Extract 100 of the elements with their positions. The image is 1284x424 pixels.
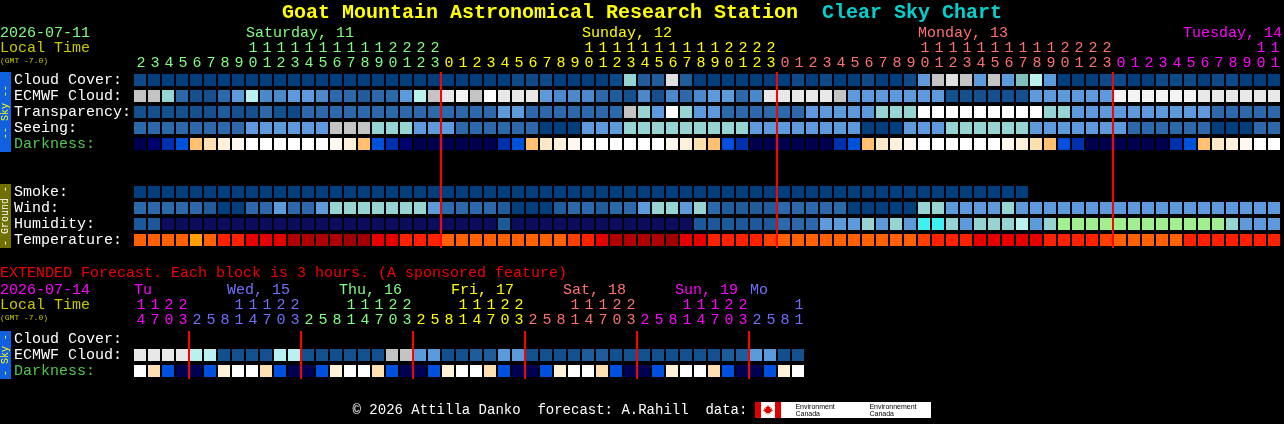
day-label: Sunday, 12 [582,26,672,41]
hour-label: 11 [458,298,468,328]
hour-label: 18 [696,41,706,71]
day-label: Saturday, 11 [246,26,355,41]
hour-label: 23 [1102,41,1112,71]
hour-label: 18 [1032,41,1042,71]
hour-label: 20 [500,298,510,328]
hour-label: 20 [1060,41,1070,71]
hour-label: 10 [920,41,930,71]
hour-label: 6 [864,56,874,71]
row-label: ECMWF Cloud: [14,347,123,364]
hour-label: 1 [794,56,804,71]
hour-label: 2 [1144,56,1154,71]
day-label: Mo [750,283,768,298]
hour-label: 6 [1200,56,1210,71]
hour-label: 4 [1172,56,1182,71]
hour-label: 3 [150,56,160,71]
hour-label: 6 [192,56,202,71]
hour-label: 8 [1228,56,1238,71]
hour-label: 0 [1116,56,1126,71]
day-label: Tuesday, 14 [1182,26,1282,41]
hour-label: 16 [668,41,678,71]
hour-label: 8 [556,313,566,328]
hour-label: 9 [906,56,916,71]
hour-label: 19 [374,41,384,71]
hour-label: 0 [444,56,454,71]
station-title: Goat Mountain Astronomical Research Station [281,1,799,25]
hour-label: 1 [458,56,468,71]
hour-label: 8 [220,56,230,71]
hour-label: 19 [1046,41,1056,71]
row-label: ECMWF Cloud: [14,88,123,105]
row-label: Wind: [14,200,59,217]
hour-label: 12 [612,41,622,71]
hour-label: 23 [430,41,440,71]
day-label: Tu [134,283,152,298]
date-label: 2026-07-11 [0,26,90,41]
hour-label: 2 [528,313,538,328]
hour-label: 17 [710,298,720,328]
hour-label: 9 [570,56,580,71]
hour-label: 12 [276,41,286,71]
hour-label: 5 [206,313,216,328]
hour-label: 8 [332,313,342,328]
hour-label: 8 [556,56,566,71]
hour-label: 20 [388,298,398,328]
hour-label: 9 [234,56,244,71]
hour-label: 21 [1074,41,1084,71]
timezone-label: (GMT -7.0) [0,56,48,66]
hour-label: 14 [136,298,146,328]
date-label: 2026-07-14 [0,283,90,298]
hour-label: 12 [948,41,958,71]
hour-label: 3 [486,56,496,71]
day-label: Wed, 15 [227,283,290,298]
row-label: Seeing: [14,120,77,137]
hour-label: 10 [248,41,258,71]
hour-label: 19 [710,41,720,71]
hour-label: 5 [430,313,440,328]
hour-label: 10 [584,41,594,71]
hour-label: 20 [724,41,734,71]
hour-label: 5 [178,56,188,71]
hour-label: 11 [934,41,944,71]
hour-label: 8 [444,313,454,328]
local-time-label: Local Time [0,41,90,56]
hour-label: 11 [794,298,804,328]
hour-label: 2 [640,313,650,328]
hour-label: 6 [528,56,538,71]
row-label: Cloud Cover: [14,331,123,348]
hour-label: 2 [472,56,482,71]
hour-label: 10 [1256,41,1266,71]
hour-label: 14 [976,41,986,71]
hour-label: 17 [682,41,692,71]
hour-label: 8 [668,313,678,328]
hour-label: 14 [360,298,370,328]
hour-label: 1 [1130,56,1140,71]
hour-label: 21 [402,41,412,71]
hour-label: 11 [598,41,608,71]
day-label: Fri, 17 [451,283,514,298]
row-label: Transparency: [14,104,132,121]
hour-label: 17 [598,298,608,328]
row-label: Smoke: [14,184,68,201]
hour-label: 13 [626,41,636,71]
hour-label: 7 [542,56,552,71]
hour-label: 11 [682,298,692,328]
hour-label: 20 [388,41,398,71]
hour-label: 22 [1088,41,1098,71]
day-label: Sat, 18 [563,283,626,298]
hour-label: 5 [1186,56,1196,71]
hour-label: 8 [780,313,790,328]
hour-label: 23 [178,298,188,328]
hour-label: 11 [570,298,580,328]
hour-label: 21 [738,41,748,71]
hour-label: 23 [514,298,524,328]
hour-label: 5 [850,56,860,71]
hour-label: 14 [696,298,706,328]
hour-label: 2 [304,313,314,328]
hour-label: 11 [234,298,244,328]
hour-label: 17 [1018,41,1028,71]
hour-label: 7 [878,56,888,71]
hour-label: 11 [262,41,272,71]
hour-label: 17 [262,298,272,328]
hour-label: 5 [514,56,524,71]
